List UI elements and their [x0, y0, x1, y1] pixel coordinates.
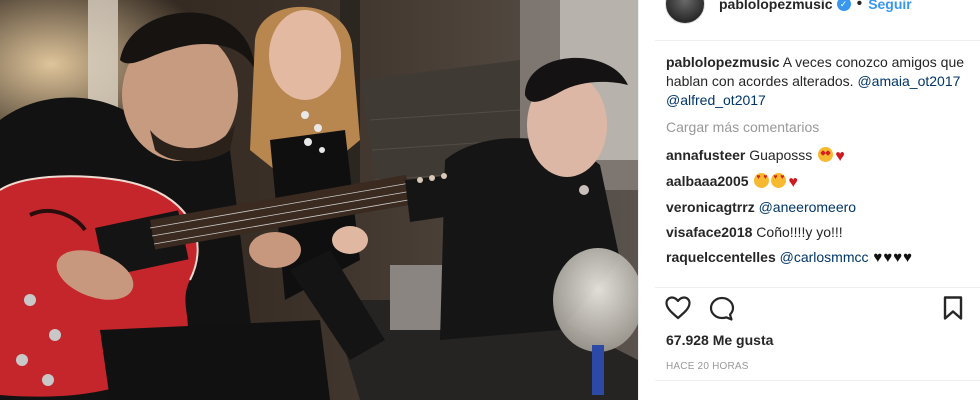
black-heart-icon: ♥	[883, 249, 893, 266]
star-struck-emoji-icon	[818, 147, 834, 162]
comment-text: Guaposss	[745, 147, 813, 163]
follow-button[interactable]: Seguir	[868, 0, 912, 12]
comment-mention[interactable]: @aneeromeero	[759, 199, 857, 215]
comments-list[interactable]: pablolopezmusic A veces conozco amigos q…	[666, 53, 966, 287]
comment-username[interactable]: visaface2018	[666, 224, 752, 240]
speech-bubble-icon[interactable]	[709, 296, 735, 322]
divider	[655, 40, 980, 41]
comment-username[interactable]: veronicagtrrz	[666, 199, 755, 215]
comment-item: annafusteer Guaposss ♥	[666, 146, 966, 166]
divider	[655, 287, 980, 288]
caption-mention[interactable]: @amaia_ot2017	[857, 73, 960, 89]
bookmark-icon[interactable]	[943, 296, 963, 320]
verified-check-icon: ✓	[836, 0, 851, 11]
caption-username[interactable]: pablolopezmusic	[666, 54, 780, 70]
comment-item: aalbaaa2005 ♥	[666, 172, 966, 192]
comment-item: raquelccentelles @carlosmmcc ♥♥♥♥	[666, 248, 966, 267]
black-heart-icon: ♥	[903, 249, 913, 266]
post-photo[interactable]	[0, 0, 638, 400]
comment-text: Coño!!!!y yo!!!	[752, 224, 843, 240]
red-heart-icon: ♥	[788, 174, 798, 191]
heart-eyes-emoji-icon	[771, 173, 787, 188]
black-heart-icon: ♥	[893, 249, 903, 266]
comment-mention[interactable]: @carlosmmcc	[780, 249, 869, 265]
separator-dot: •	[856, 0, 863, 12]
avatar[interactable]	[665, 0, 705, 24]
load-more-comments-link[interactable]: Cargar más comentarios	[666, 118, 966, 137]
post-actions-bar	[665, 296, 975, 322]
black-heart-icon: ♥	[873, 249, 883, 266]
post-caption: pablolopezmusic A veces conozco amigos q…	[666, 53, 966, 110]
red-heart-icon: ♥	[835, 148, 845, 165]
heart-outline-icon[interactable]	[665, 296, 691, 320]
post-side-panel: pablolopezmusic ✓ • Seguir pablolopezmus…	[638, 0, 980, 400]
comment-username[interactable]: raquelccentelles	[666, 249, 776, 265]
post-timestamp[interactable]: HACE 20 HORAS	[666, 361, 749, 372]
post-header: pablolopezmusic ✓ • Seguir	[639, 0, 980, 24]
caption-mention[interactable]: @alfred_ot2017	[666, 92, 766, 108]
comment-username[interactable]: annafusteer	[666, 147, 745, 163]
comment-text	[749, 173, 753, 189]
comment-item: visaface2018 Coño!!!!y yo!!!	[666, 223, 966, 242]
likes-count[interactable]: 67.928 Me gusta	[666, 332, 773, 348]
header-username[interactable]: pablolopezmusic	[719, 0, 833, 12]
comment-username[interactable]: aalbaaa2005	[666, 173, 749, 189]
comment-item: veronicagtrrz @aneeromeero	[666, 198, 966, 217]
heart-eyes-emoji-icon	[754, 173, 770, 188]
photo-illustration	[0, 0, 638, 400]
divider	[655, 380, 980, 381]
